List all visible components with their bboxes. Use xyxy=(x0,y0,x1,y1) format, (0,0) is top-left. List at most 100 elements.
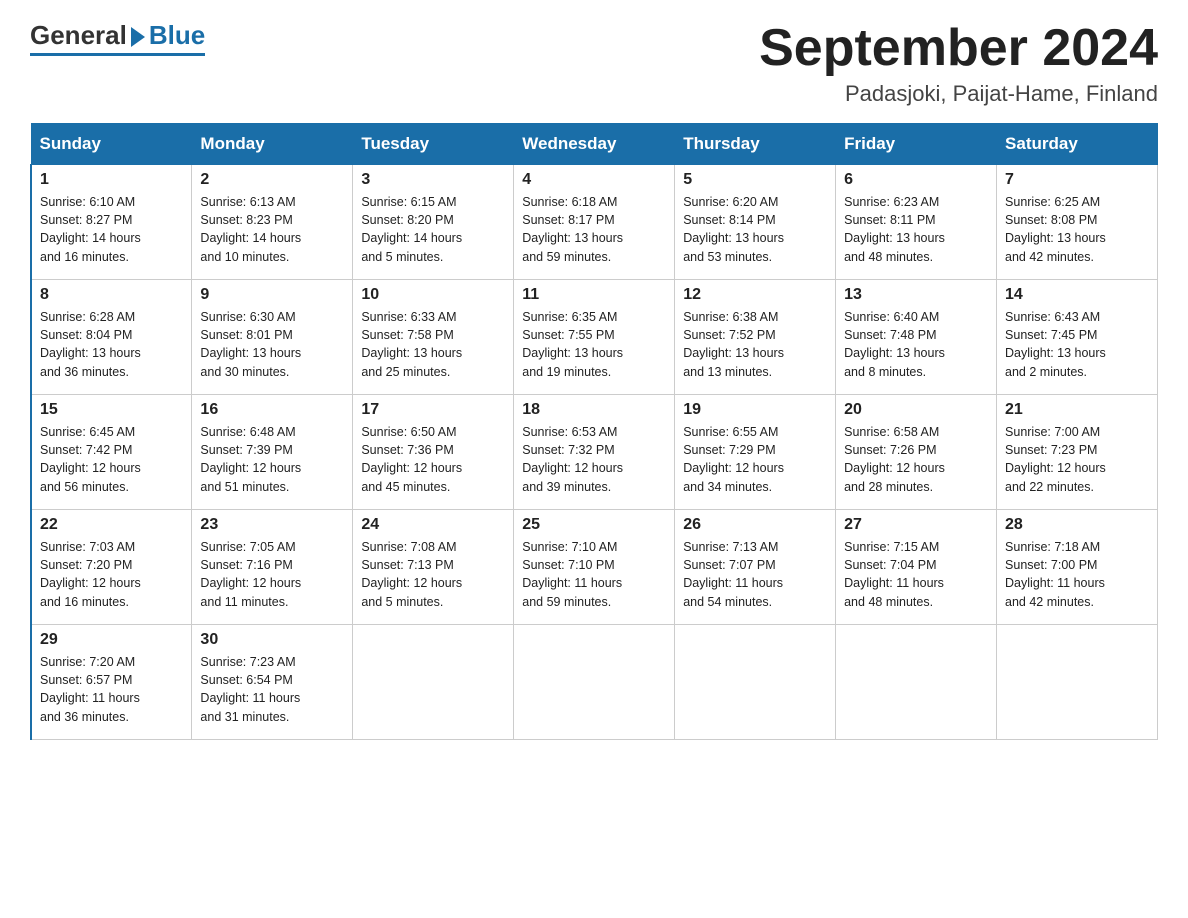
day-info: Sunrise: 6:48 AMSunset: 7:39 PMDaylight:… xyxy=(200,423,344,496)
table-row xyxy=(675,625,836,740)
calendar-week-row: 15 Sunrise: 6:45 AMSunset: 7:42 PMDaylig… xyxy=(31,395,1158,510)
day-number: 11 xyxy=(522,286,666,304)
day-info: Sunrise: 6:28 AMSunset: 8:04 PMDaylight:… xyxy=(40,308,183,381)
day-info: Sunrise: 6:33 AMSunset: 7:58 PMDaylight:… xyxy=(361,308,505,381)
day-info: Sunrise: 7:05 AMSunset: 7:16 PMDaylight:… xyxy=(200,538,344,611)
day-info: Sunrise: 6:20 AMSunset: 8:14 PMDaylight:… xyxy=(683,193,827,266)
col-tuesday: Tuesday xyxy=(353,124,514,165)
table-row: 8 Sunrise: 6:28 AMSunset: 8:04 PMDayligh… xyxy=(31,280,192,395)
logo: General Blue xyxy=(30,20,205,56)
day-info: Sunrise: 6:50 AMSunset: 7:36 PMDaylight:… xyxy=(361,423,505,496)
calendar-header-row: Sunday Monday Tuesday Wednesday Thursday… xyxy=(31,124,1158,165)
table-row: 28 Sunrise: 7:18 AMSunset: 7:00 PMDaylig… xyxy=(997,510,1158,625)
day-info: Sunrise: 6:30 AMSunset: 8:01 PMDaylight:… xyxy=(200,308,344,381)
day-number: 21 xyxy=(1005,401,1149,419)
day-number: 26 xyxy=(683,516,827,534)
table-row: 30 Sunrise: 7:23 AMSunset: 6:54 PMDaylig… xyxy=(192,625,353,740)
day-number: 24 xyxy=(361,516,505,534)
day-number: 14 xyxy=(1005,286,1149,304)
day-info: Sunrise: 6:35 AMSunset: 7:55 PMDaylight:… xyxy=(522,308,666,381)
table-row: 5 Sunrise: 6:20 AMSunset: 8:14 PMDayligh… xyxy=(675,165,836,280)
table-row: 6 Sunrise: 6:23 AMSunset: 8:11 PMDayligh… xyxy=(836,165,997,280)
day-number: 5 xyxy=(683,171,827,189)
table-row: 29 Sunrise: 7:20 AMSunset: 6:57 PMDaylig… xyxy=(31,625,192,740)
day-info: Sunrise: 6:40 AMSunset: 7:48 PMDaylight:… xyxy=(844,308,988,381)
day-number: 30 xyxy=(200,631,344,649)
col-saturday: Saturday xyxy=(997,124,1158,165)
day-info: Sunrise: 7:15 AMSunset: 7:04 PMDaylight:… xyxy=(844,538,988,611)
day-number: 9 xyxy=(200,286,344,304)
table-row: 10 Sunrise: 6:33 AMSunset: 7:58 PMDaylig… xyxy=(353,280,514,395)
day-info: Sunrise: 6:53 AMSunset: 7:32 PMDaylight:… xyxy=(522,423,666,496)
day-number: 18 xyxy=(522,401,666,419)
day-number: 7 xyxy=(1005,171,1149,189)
title-block: September 2024 Padasjoki, Paijat-Hame, F… xyxy=(759,20,1158,107)
table-row: 13 Sunrise: 6:40 AMSunset: 7:48 PMDaylig… xyxy=(836,280,997,395)
day-number: 12 xyxy=(683,286,827,304)
table-row: 24 Sunrise: 7:08 AMSunset: 7:13 PMDaylig… xyxy=(353,510,514,625)
day-info: Sunrise: 7:08 AMSunset: 7:13 PMDaylight:… xyxy=(361,538,505,611)
page-header: General Blue September 2024 Padasjoki, P… xyxy=(30,20,1158,107)
calendar-week-row: 8 Sunrise: 6:28 AMSunset: 8:04 PMDayligh… xyxy=(31,280,1158,395)
day-number: 2 xyxy=(200,171,344,189)
day-info: Sunrise: 6:25 AMSunset: 8:08 PMDaylight:… xyxy=(1005,193,1149,266)
day-info: Sunrise: 6:58 AMSunset: 7:26 PMDaylight:… xyxy=(844,423,988,496)
day-number: 25 xyxy=(522,516,666,534)
table-row: 4 Sunrise: 6:18 AMSunset: 8:17 PMDayligh… xyxy=(514,165,675,280)
day-number: 19 xyxy=(683,401,827,419)
col-wednesday: Wednesday xyxy=(514,124,675,165)
logo-blue-text: Blue xyxy=(149,20,205,51)
day-info: Sunrise: 6:13 AMSunset: 8:23 PMDaylight:… xyxy=(200,193,344,266)
table-row: 25 Sunrise: 7:10 AMSunset: 7:10 PMDaylig… xyxy=(514,510,675,625)
day-info: Sunrise: 6:55 AMSunset: 7:29 PMDaylight:… xyxy=(683,423,827,496)
table-row: 21 Sunrise: 7:00 AMSunset: 7:23 PMDaylig… xyxy=(997,395,1158,510)
table-row: 18 Sunrise: 6:53 AMSunset: 7:32 PMDaylig… xyxy=(514,395,675,510)
calendar-week-row: 1 Sunrise: 6:10 AMSunset: 8:27 PMDayligh… xyxy=(31,165,1158,280)
day-info: Sunrise: 6:43 AMSunset: 7:45 PMDaylight:… xyxy=(1005,308,1149,381)
col-monday: Monday xyxy=(192,124,353,165)
day-info: Sunrise: 7:13 AMSunset: 7:07 PMDaylight:… xyxy=(683,538,827,611)
day-number: 27 xyxy=(844,516,988,534)
table-row: 7 Sunrise: 6:25 AMSunset: 8:08 PMDayligh… xyxy=(997,165,1158,280)
table-row xyxy=(514,625,675,740)
day-number: 13 xyxy=(844,286,988,304)
table-row: 23 Sunrise: 7:05 AMSunset: 7:16 PMDaylig… xyxy=(192,510,353,625)
day-number: 28 xyxy=(1005,516,1149,534)
table-row: 26 Sunrise: 7:13 AMSunset: 7:07 PMDaylig… xyxy=(675,510,836,625)
table-row: 16 Sunrise: 6:48 AMSunset: 7:39 PMDaylig… xyxy=(192,395,353,510)
day-info: Sunrise: 7:00 AMSunset: 7:23 PMDaylight:… xyxy=(1005,423,1149,496)
table-row: 12 Sunrise: 6:38 AMSunset: 7:52 PMDaylig… xyxy=(675,280,836,395)
table-row: 17 Sunrise: 6:50 AMSunset: 7:36 PMDaylig… xyxy=(353,395,514,510)
table-row: 15 Sunrise: 6:45 AMSunset: 7:42 PMDaylig… xyxy=(31,395,192,510)
day-number: 16 xyxy=(200,401,344,419)
day-info: Sunrise: 7:10 AMSunset: 7:10 PMDaylight:… xyxy=(522,538,666,611)
day-number: 1 xyxy=(40,171,183,189)
table-row: 1 Sunrise: 6:10 AMSunset: 8:27 PMDayligh… xyxy=(31,165,192,280)
calendar-subtitle: Padasjoki, Paijat-Hame, Finland xyxy=(759,81,1158,107)
day-number: 6 xyxy=(844,171,988,189)
logo-arrow-icon xyxy=(131,27,145,47)
table-row xyxy=(836,625,997,740)
calendar-title: September 2024 xyxy=(759,20,1158,77)
day-number: 8 xyxy=(40,286,183,304)
table-row: 3 Sunrise: 6:15 AMSunset: 8:20 PMDayligh… xyxy=(353,165,514,280)
table-row: 9 Sunrise: 6:30 AMSunset: 8:01 PMDayligh… xyxy=(192,280,353,395)
day-info: Sunrise: 6:10 AMSunset: 8:27 PMDaylight:… xyxy=(40,193,183,266)
day-info: Sunrise: 7:20 AMSunset: 6:57 PMDaylight:… xyxy=(40,653,183,726)
day-info: Sunrise: 6:15 AMSunset: 8:20 PMDaylight:… xyxy=(361,193,505,266)
table-row: 22 Sunrise: 7:03 AMSunset: 7:20 PMDaylig… xyxy=(31,510,192,625)
logo-underline xyxy=(30,53,205,56)
table-row xyxy=(353,625,514,740)
table-row: 27 Sunrise: 7:15 AMSunset: 7:04 PMDaylig… xyxy=(836,510,997,625)
day-number: 3 xyxy=(361,171,505,189)
day-info: Sunrise: 7:23 AMSunset: 6:54 PMDaylight:… xyxy=(200,653,344,726)
logo-general-text: General xyxy=(30,20,127,51)
calendar-table: Sunday Monday Tuesday Wednesday Thursday… xyxy=(30,123,1158,740)
day-number: 17 xyxy=(361,401,505,419)
table-row xyxy=(997,625,1158,740)
day-info: Sunrise: 6:45 AMSunset: 7:42 PMDaylight:… xyxy=(40,423,183,496)
day-number: 10 xyxy=(361,286,505,304)
day-number: 22 xyxy=(40,516,183,534)
table-row: 11 Sunrise: 6:35 AMSunset: 7:55 PMDaylig… xyxy=(514,280,675,395)
day-info: Sunrise: 7:03 AMSunset: 7:20 PMDaylight:… xyxy=(40,538,183,611)
